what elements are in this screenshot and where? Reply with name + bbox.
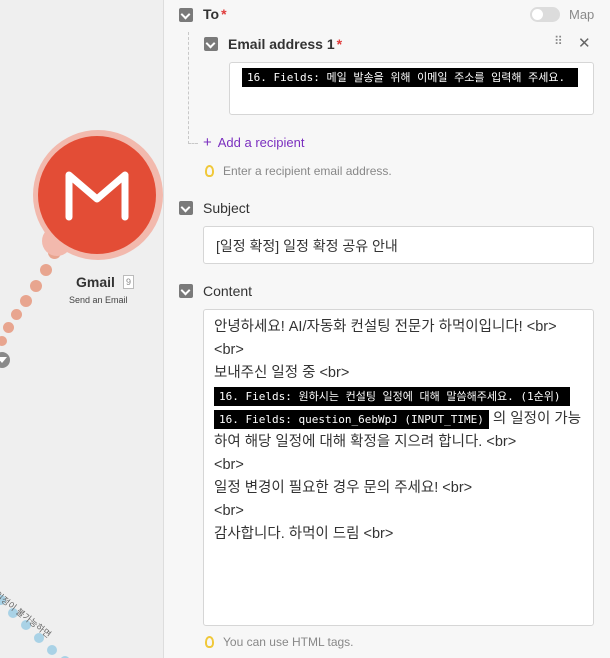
content-line: 감사합니다. 하먹이 드림 <br> [214,526,394,542]
subject-input[interactable]: [일정 확정] 일정 확정 공유 안내 [203,226,594,264]
remove-recipient-icon[interactable]: ✕ [578,34,591,52]
connector-dot [40,264,52,276]
email-address-label: Email address 1 * [228,36,343,52]
connector-dot [11,309,22,320]
content-line: 일정 변경이 필요한 경우 문의 주세요! <br> [214,480,473,496]
lightbulb-icon [205,165,214,177]
drag-handle-icon[interactable]: ⠿ [554,35,564,47]
content-line: <br> [214,457,244,473]
content-label: Content [203,283,253,299]
email-address-collapse-toggle[interactable] [204,37,218,51]
content-hint: You can use HTML tags. [205,635,354,649]
to-label: To * [203,6,227,22]
gmail-module[interactable] [38,136,156,254]
connector-dot [3,322,14,333]
content-collapse-toggle[interactable] [179,284,193,298]
map-label: Map [569,7,595,22]
subject-collapse-toggle[interactable] [179,201,193,215]
subject-label: Subject [203,200,250,216]
connector-dot [20,295,32,307]
content-line-wrap: 16. Fields: question_6ebWpJ (INPUT_TIME)… [214,410,581,450]
content-line: 보내주신 일정 중 <br> [214,365,350,381]
tree-line-branch [188,143,198,144]
tree-line [188,32,189,144]
connector-dot [0,336,7,346]
map-toggle[interactable] [530,7,560,22]
module-name: Gmail [76,274,115,290]
email-address-input[interactable]: 16. Fields: 메일 발송을 위해 이메일 주소를 입력해 주세요. [229,62,594,115]
mapped-field-pill[interactable]: 16. Fields: 원하시는 컨설팅 일정에 대해 말씀해주세요. (1순위… [214,387,570,406]
module-settings-panel: To * Map Email address 1 * ⠿ ✕ 16. Fields:… [163,0,610,658]
add-recipient-button[interactable]: + Add a recipient [203,134,305,151]
module-number-badge: 9 [123,275,135,289]
mapped-field-pill[interactable]: 16. Fields: question_6ebWpJ (INPUT_TIME) [214,410,489,429]
content-line: 안녕하세요! AI/자동화 컨설팅 전문가 하먹이입니다! <br> [214,319,557,335]
to-collapse-toggle[interactable] [179,8,193,22]
connector-dot [47,645,57,655]
connector-dot [30,280,42,292]
lightbulb-icon [205,636,214,648]
content-line: <br> [214,503,244,519]
mapped-field-pill[interactable]: 16. Fields: 메일 발송을 위해 이메일 주소를 입력해 주세요. [242,68,578,87]
to-hint: Enter a recipient email address. [205,164,392,178]
scenario-canvas[interactable]: Gmail 9 Send an Email 일정이 불가능하면 [0,0,163,658]
router-filter-handle[interactable] [0,352,10,368]
subject-value: [일정 확정] 일정 확정 공유 안내 [216,238,398,254]
content-textarea[interactable]: 안녕하세요! AI/자동화 컨설팅 전문가 하먹이입니다! <br> <br> … [203,309,594,626]
plus-icon: + [203,134,212,151]
module-action: Send an Email [69,295,128,305]
gmail-icon [65,171,129,221]
content-line: <br> [214,342,244,358]
